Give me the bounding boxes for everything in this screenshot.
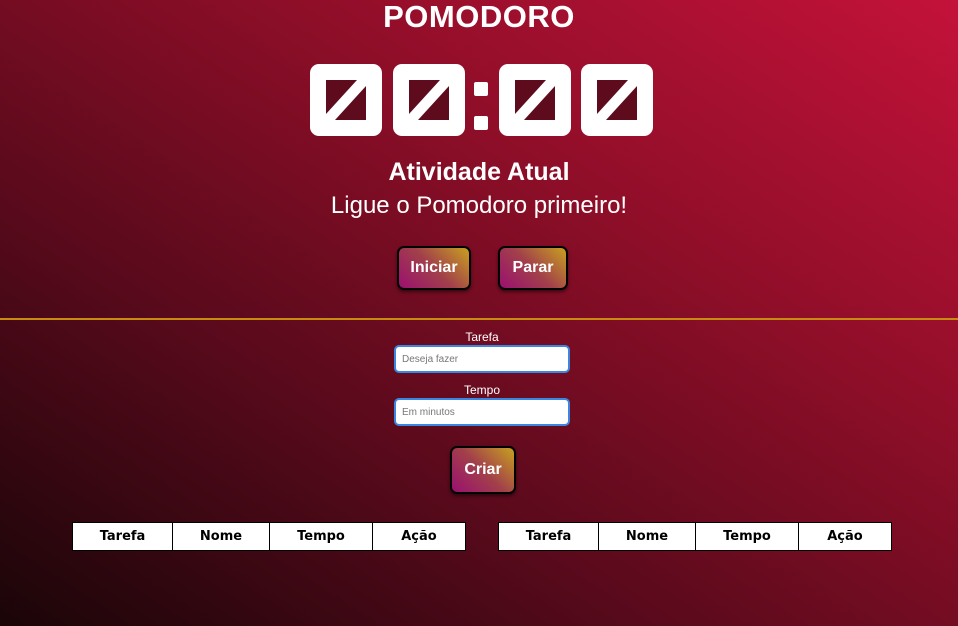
task-table-left: Tarefa Nome Tempo Ação [72,522,466,551]
timer-minutes-tens [310,64,382,136]
timer-seconds-ones [581,64,653,136]
column-header-nome: Nome [598,522,696,551]
task-table-right: Tarefa Nome Tempo Ação [498,522,892,551]
stop-button[interactable]: Parar [498,246,568,290]
task-input[interactable] [394,345,570,373]
task-label: Tarefa [465,330,499,344]
column-header-acao: Ação [372,522,466,551]
column-header-acao: Ação [798,522,892,551]
create-button[interactable]: Criar [450,446,516,494]
column-header-tempo: Tempo [269,522,373,551]
column-header-tempo: Tempo [695,522,799,551]
timer-seconds-tens [499,64,571,136]
activity-status-text: Ligue o Pomodoro primeiro! [330,192,628,219]
time-label: Tempo [463,383,501,397]
column-header-nome: Nome [172,522,270,551]
timer-display [310,64,653,136]
start-button[interactable]: Iniciar [397,246,471,290]
table-header-row: Tarefa Nome Tempo Ação [498,522,892,551]
app-title: POMODORO [383,0,575,34]
timer-colon [474,82,488,130]
activity-title: Atividade Atual [388,158,570,186]
time-input[interactable] [394,398,570,426]
table-header-row: Tarefa Nome Tempo Ação [72,522,466,551]
column-header-tarefa: Tarefa [498,522,599,551]
timer-minutes-ones [393,64,465,136]
column-header-tarefa: Tarefa [72,522,173,551]
section-divider [0,318,958,320]
